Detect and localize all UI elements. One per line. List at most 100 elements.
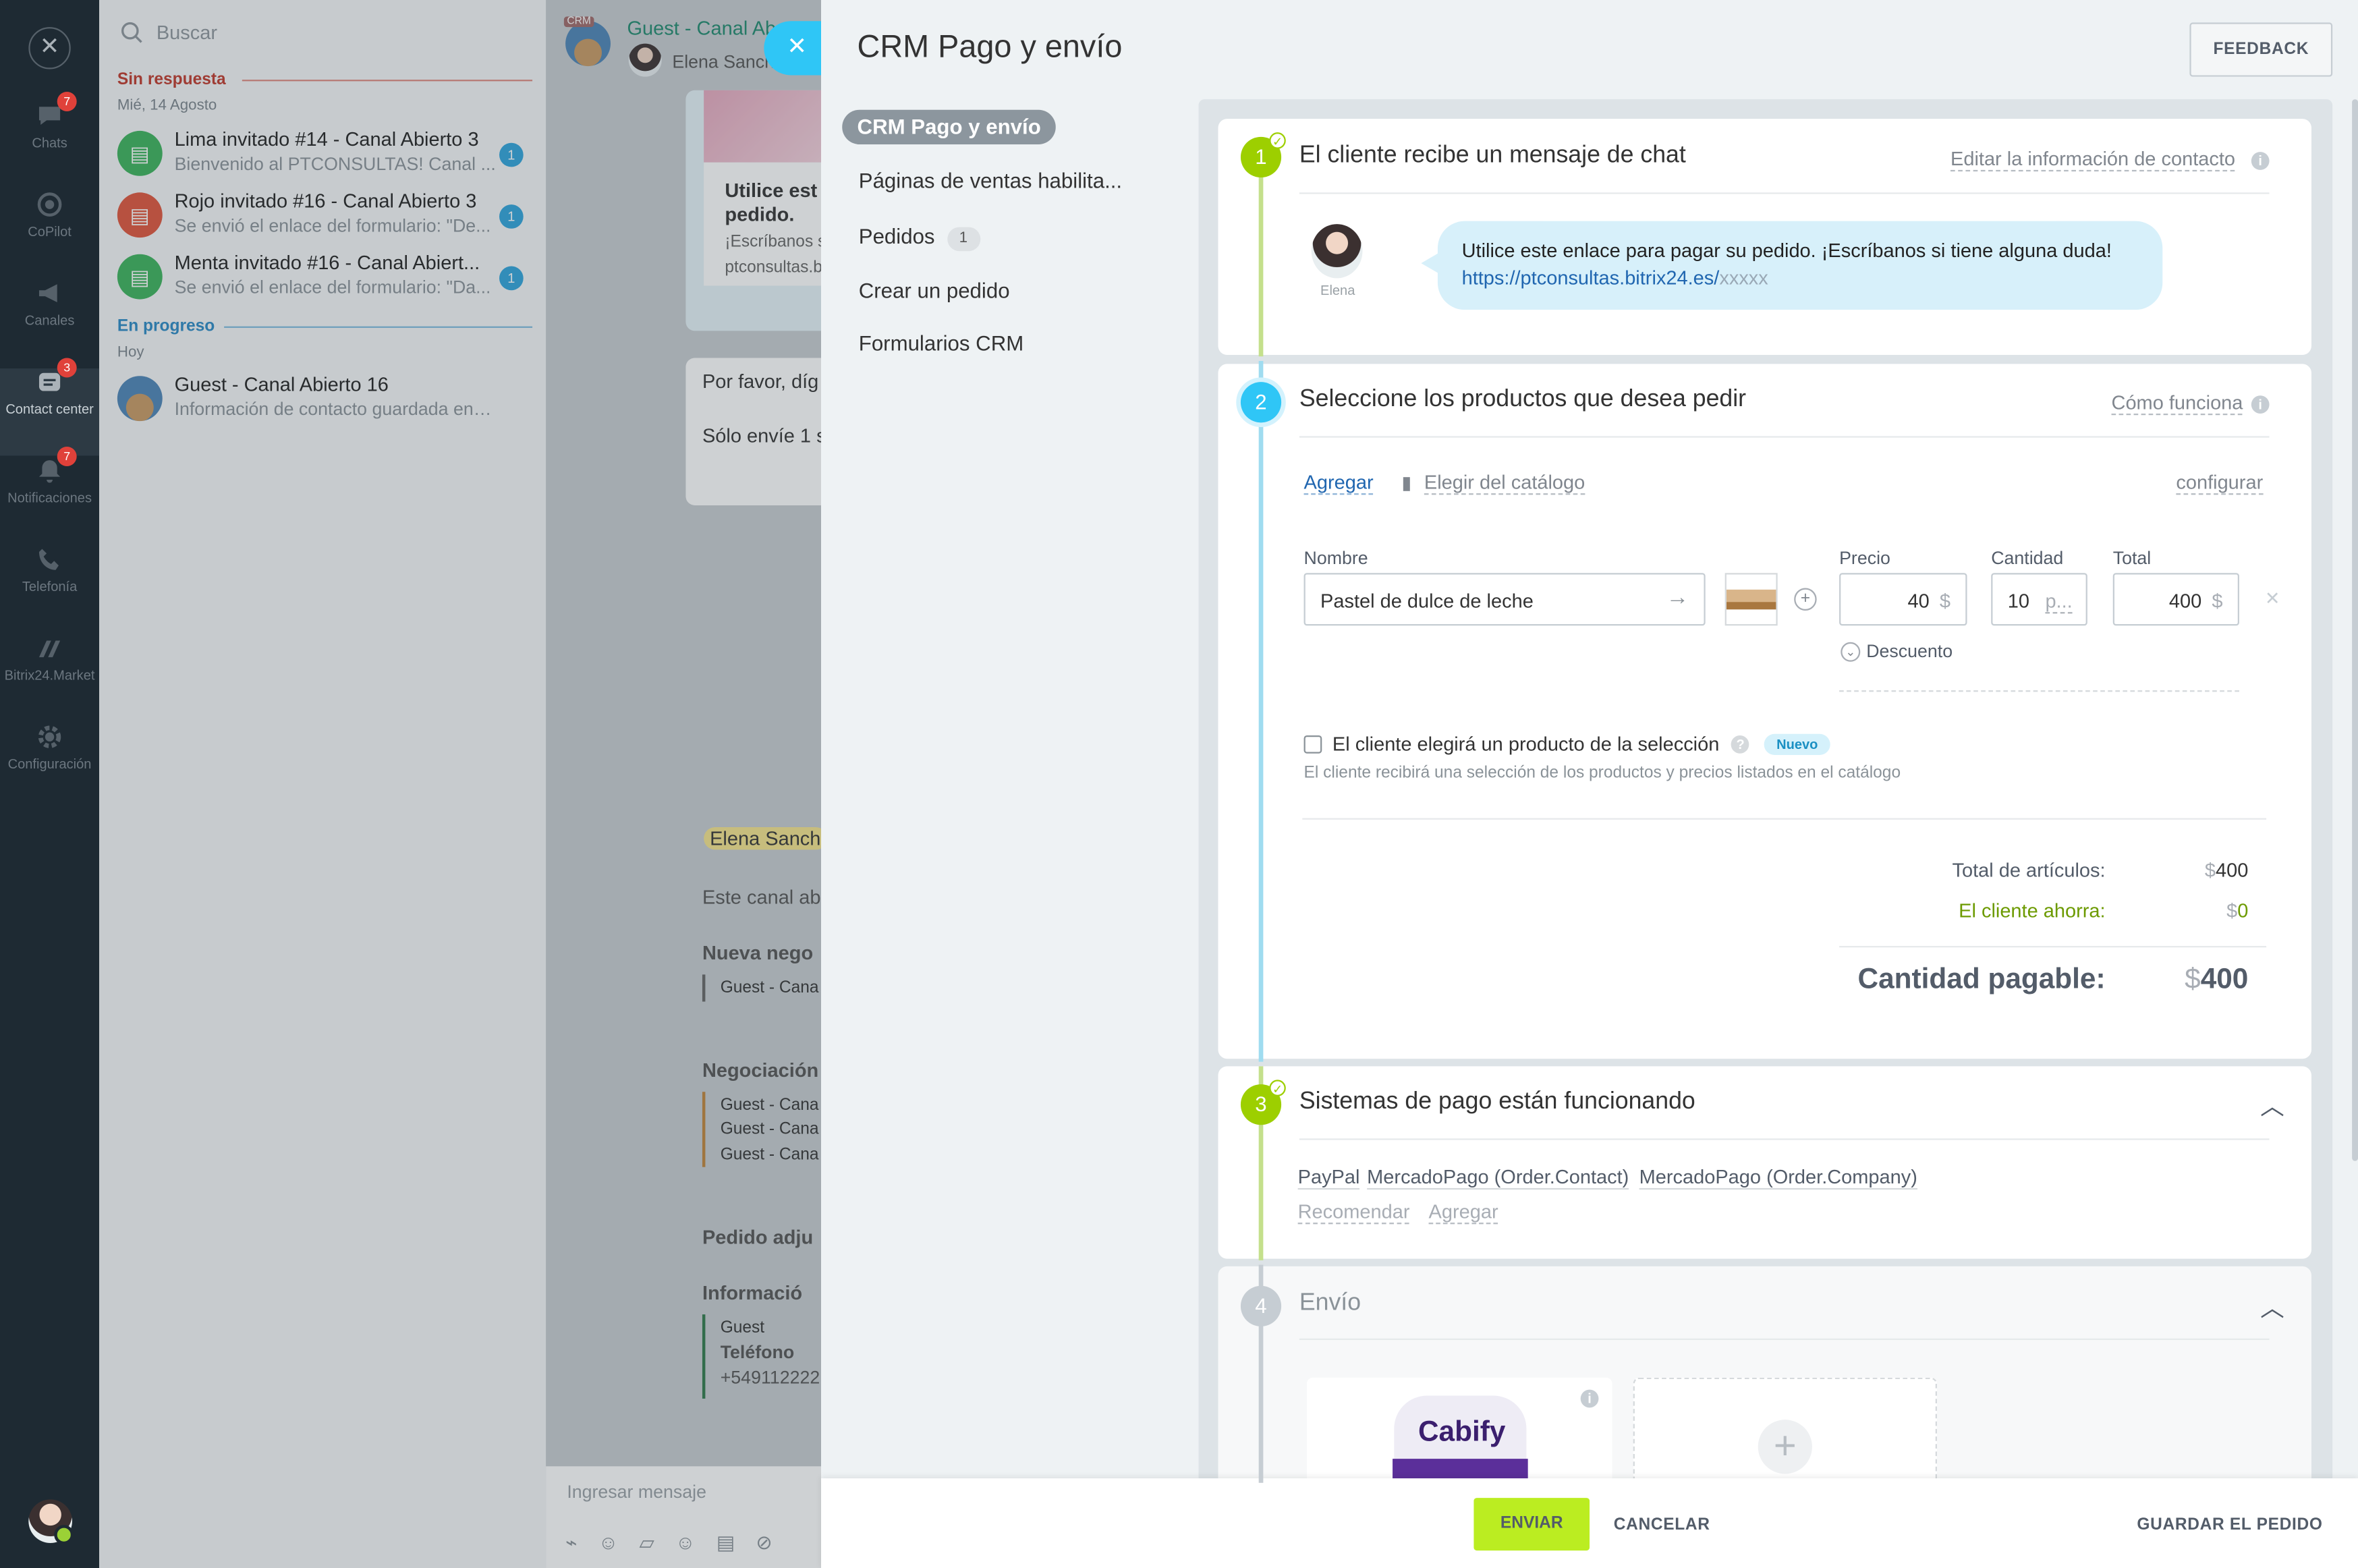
save-order-button[interactable]: GUARDAR EL PEDIDO [2137,1516,2322,1534]
new-badge: Nuevo [1764,733,1830,755]
contact-center-icon: 3 [36,358,77,395]
avatar-name: Elena [1320,283,1355,298]
price-input[interactable]: 40 $ [1839,573,1967,626]
book-icon: ▮ [1401,472,1412,494]
info-icon[interactable]: i [2251,391,2270,418]
edit-contact-link[interactable]: Editar la información de contacto [1950,147,2236,172]
nav-label: CoPilot [28,224,72,240]
add-image-icon[interactable]: + [1794,588,1817,611]
close-slider-button[interactable]: ✕ [764,21,822,76]
copilot-icon [36,191,63,218]
check-icon: ✓ [1269,132,1286,149]
how-it-works-link[interactable]: Cómo funciona [2111,391,2243,416]
step-2-title: Seleccione los productos que desea pedir [1299,386,1747,412]
nav-badge: 7 [57,447,77,466]
price-label: Precio [1839,547,1890,569]
remove-product-icon[interactable]: ✕ [2265,588,2280,609]
step-4-number: 4 [1240,1285,1282,1326]
configure-link[interactable]: configurar [2176,471,2264,495]
feedback-button[interactable]: FEEDBACK [2189,22,2333,77]
user-avatar[interactable] [28,1499,74,1545]
step-2-number: 2 [1240,382,1282,423]
unit-selector[interactable]: p... [2045,590,2073,614]
megaphone-icon [36,280,63,307]
nav-label: Bitrix24.Market [4,667,95,683]
quantity-input[interactable]: 10 p... [1991,573,2087,626]
payment-system-tag[interactable]: MercadoPago (Order.Contact) [1367,1165,1629,1190]
total-label: Total [2112,547,2152,569]
arrow-right-icon[interactable]: → [1666,585,1689,611]
plus-icon: + [1758,1420,1812,1474]
menu-item-sales-pages[interactable]: Páginas de ventas habilita... [859,169,1122,193]
add-payment-link[interactable]: Agregar [1428,1200,1498,1225]
catalog-link[interactable]: Elegir del catálogo [1424,471,1585,495]
select-product-checkbox[interactable] [1303,735,1322,754]
message-text: Utilice este enlace para pagar su pedido… [1461,239,2112,262]
menu-label: Pedidos [858,224,935,248]
orders-count-badge: 1 [947,227,980,252]
info-icon[interactable]: i [1580,1389,1599,1408]
checkbox-label[interactable]: El cliente elegirá un producto de la sel… [1332,733,1830,755]
menu-item-create-order[interactable]: Crear un pedido [859,278,1010,302]
checkbox-hint: El cliente recibirá una selección de los… [1303,764,1901,783]
nav-item-settings[interactable]: Configuración [0,723,99,810]
scrollbar[interactable] [2352,99,2358,1161]
step-1-number: 1 ✓ [1240,132,1286,178]
nav-item-chats[interactable]: 7 Chats [0,91,99,190]
info-icon[interactable]: i [2251,147,2270,174]
gear-icon [36,723,63,750]
nav-item-contact-center[interactable]: 3 Contact center [0,358,100,456]
chat-icon: 7 [36,91,77,130]
add-product-link[interactable]: Agregar [1303,471,1374,495]
page-title: CRM Pago y envío [857,30,1123,65]
step-3-title: Sistemas de pago están funcionando [1299,1088,1695,1115]
total-input[interactable]: 400 $ [2112,573,2239,626]
nav-badge: 3 [57,358,77,378]
customer-saves-label: El cliente ahorra: [1959,899,2106,922]
discount-toggle[interactable]: Descuento [1866,641,1953,662]
payment-system-tag[interactable]: MercadoPago (Order.Company) [1639,1165,1917,1190]
nav-label: Canales [24,312,75,328]
phone-icon [36,546,63,573]
payment-system-tag[interactable]: PayPal [1297,1165,1360,1190]
nav-item-market[interactable]: Bitrix24.Market [0,635,99,722]
payable-label: Cantidad pagable: [1857,963,2106,996]
nav-label: Configuración [7,756,92,772]
step-1-title: El cliente recibe un mensaje de chat [1299,142,1686,169]
items-total-label: Total de artículos: [1952,858,2106,882]
nav-item-channels[interactable]: Canales [0,280,99,367]
nav-item-copilot[interactable]: CoPilot [0,191,99,278]
chevron-down-icon[interactable]: ⌄ [1841,642,1861,662]
bell-icon: 7 [36,447,77,484]
nav-label: Chats [32,135,67,150]
name-label: Nombre [1303,547,1368,569]
avatar [1311,224,1363,279]
close-icon[interactable]: ✕ [28,27,71,69]
collapse-icon[interactable]: ︿ [2260,1086,2284,1121]
items-total-value: $400 [2204,858,2249,882]
help-icon[interactable]: ? [1731,735,1749,754]
send-button[interactable]: ENVIAR [1473,1498,1590,1551]
cancel-button[interactable]: CANCELAR [1614,1516,1710,1534]
cabify-logo: Cabify [1417,1416,1506,1449]
collapse-icon[interactable]: ︿ [2260,1287,2284,1323]
nav-item-notifications[interactable]: 7 Notificaciones [0,447,99,544]
product-name-input[interactable]: Pastel de dulce de leche → [1303,573,1706,626]
nav-label: Telefonía [22,579,78,594]
nav-item-telephony[interactable]: Telefonía [0,546,99,633]
menu-item-crm-payment[interactable]: CRM Pago y envío [842,109,1057,144]
quantity-label: Cantidad [1991,547,2064,569]
product-image[interactable] [1724,573,1778,626]
message-preview-bubble [1437,221,2163,310]
menu-item-crm-forms[interactable]: Formularios CRM [859,331,1023,355]
menu-item-orders[interactable]: Pedidos 1 [858,224,980,252]
nav-badge: 7 [57,91,77,111]
nav-label: Notificaciones [7,490,92,505]
payment-link[interactable]: https://ptconsultas.bitrix24.es/xxxxx [1462,267,1768,289]
left-navigation-bar: ✕ 7 Chats CoPilot Canales 3 Contact cent… [0,0,100,1568]
recommend-link[interactable]: Recomendar [1297,1200,1410,1225]
check-icon: ✓ [1269,1080,1286,1096]
modal-overlay [99,0,822,1568]
market-icon [36,635,63,662]
step-2-block [1218,364,2311,1059]
